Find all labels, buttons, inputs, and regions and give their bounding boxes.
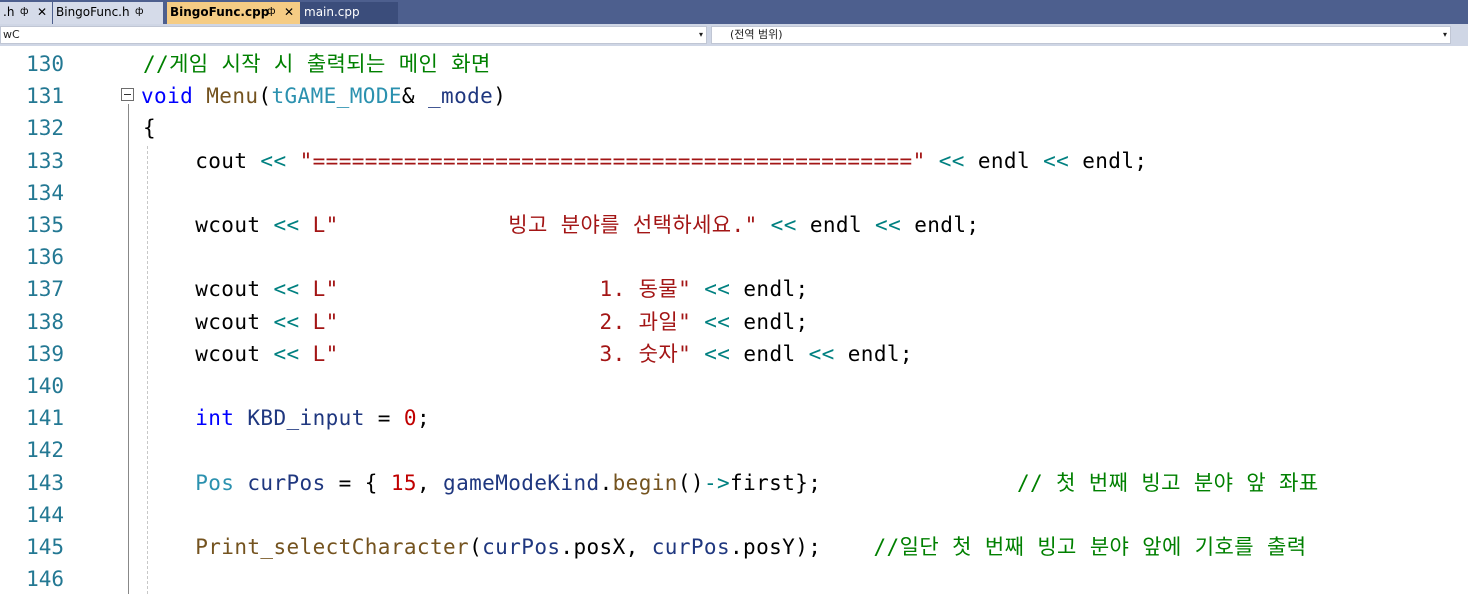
code-line[interactable]: 134 <box>0 177 1468 209</box>
tab-main-cpp[interactable]: main.cpp <box>300 2 398 24</box>
chevron-down-icon[interactable]: ▾ <box>1443 27 1447 43</box>
code-line[interactable]: 145 Print_selectCharacter(curPos.posX, c… <box>0 531 1468 563</box>
code-line[interactable]: 139 wcout << L" 3. 숫자" << endl << endl; <box>0 338 1468 370</box>
code-text: Print_selectCharacter(curPos.posX, curPo… <box>195 535 1307 559</box>
code-text: int KBD_input = 0; <box>195 406 430 431</box>
code-line[interactable]: 132 { <box>0 112 1468 144</box>
line-number: 146 <box>26 567 64 592</box>
code-text: wcout << L" 3. 숫자" << endl << endl; <box>195 341 913 366</box>
code-text: wcout << L" 1. 동물" << endl; <box>195 277 809 302</box>
tab-bingofunc-h[interactable]: BingoFunc.h ф <box>53 2 163 24</box>
code-line[interactable]: 140 <box>0 370 1468 402</box>
line-number: 130 <box>26 52 64 76</box>
line-number: 132 <box>26 116 64 141</box>
dropdown-value: wC <box>3 28 20 41</box>
close-icon[interactable]: ✕ <box>37 2 47 22</box>
tab-header-file[interactable]: .h ф ✕ <box>0 2 52 24</box>
line-number: 140 <box>26 374 64 398</box>
tab-bingofunc-cpp[interactable]: BingoFunc.cpp ф ✕ <box>167 2 300 24</box>
chevron-down-icon[interactable]: ▾ <box>699 27 703 43</box>
code-text: { <box>143 116 157 141</box>
line-number: 141 <box>26 406 64 431</box>
dropdown-value: (전역 범위) <box>730 28 783 41</box>
code-line[interactable]: 144 <box>0 499 1468 531</box>
navigation-bar: wC ▾ (전역 범위) ▾ <box>0 24 1468 46</box>
code-line[interactable]: 133 cout << "===========================… <box>0 145 1468 177</box>
line-number: 137 <box>26 277 64 302</box>
tab-label: .h <box>3 5 15 19</box>
code-text: cout << "===============================… <box>195 148 1148 173</box>
project-scope-dropdown[interactable]: wC ▾ <box>0 26 707 44</box>
document-tab-bar: .h ф ✕ BingoFunc.h ф BingoFunc.cpp ф ✕ m… <box>0 0 1468 24</box>
line-number: 136 <box>26 245 64 270</box>
code-text: wcout << L" 빙고 분야를 선택하세요." << endl << en… <box>195 213 980 237</box>
code-line[interactable]: 146 <box>0 563 1468 595</box>
line-number: 142 <box>26 438 64 463</box>
pin-icon[interactable]: ф <box>135 2 144 22</box>
code-line[interactable]: 135 wcout << L" 빙고 분야를 선택하세요." << endl <… <box>0 209 1468 241</box>
code-line[interactable]: 138 wcout << L" 2. 과일" << endl; <box>0 306 1468 338</box>
tab-label: BingoFunc.h <box>56 5 130 19</box>
line-number: 131 <box>26 84 64 109</box>
code-line[interactable]: 130 //게임 시작 시 출력되는 메인 화면 <box>0 48 1468 80</box>
line-number: 133 <box>26 148 64 173</box>
line-number: 139 <box>26 341 64 366</box>
line-number: 135 <box>26 213 64 237</box>
pin-icon[interactable]: ф <box>20 2 29 22</box>
line-number: 138 <box>26 309 64 334</box>
code-line[interactable]: 136 <box>0 241 1468 273</box>
close-icon[interactable]: ✕ <box>284 2 294 22</box>
code-line[interactable]: 131 void Menu(tGAME_MODE& _mode) <box>0 80 1468 112</box>
code-line[interactable]: 143 Pos curPos = { 15, gameModeKind.begi… <box>0 467 1468 499</box>
code-text: Pos curPos = { 15, gameModeKind.begin()-… <box>195 470 1319 495</box>
code-text: wcout << L" 2. 과일" << endl; <box>195 309 809 334</box>
code-text: void Menu(tGAME_MODE& _mode) <box>141 84 507 109</box>
global-scope-dropdown[interactable]: (전역 범위) ▾ <box>711 26 1451 44</box>
line-number: 134 <box>26 180 64 205</box>
code-line[interactable]: 142 <box>0 434 1468 466</box>
tab-label: BingoFunc.cpp <box>170 5 270 19</box>
code-line[interactable]: 137 wcout << L" 1. 동물" << endl; <box>0 273 1468 305</box>
line-number: 143 <box>26 470 64 495</box>
tab-label: main.cpp <box>304 5 360 19</box>
code-text: //게임 시작 시 출력되는 메인 화면 <box>143 52 491 76</box>
code-editor[interactable]: 130 //게임 시작 시 출력되는 메인 화면 131 void Menu(tGAM… <box>0 46 1468 594</box>
pin-icon[interactable]: ф <box>267 2 276 22</box>
line-number: 145 <box>26 535 64 559</box>
line-number: 144 <box>26 502 64 527</box>
code-line[interactable]: 141 int KBD_input = 0; <box>0 402 1468 434</box>
